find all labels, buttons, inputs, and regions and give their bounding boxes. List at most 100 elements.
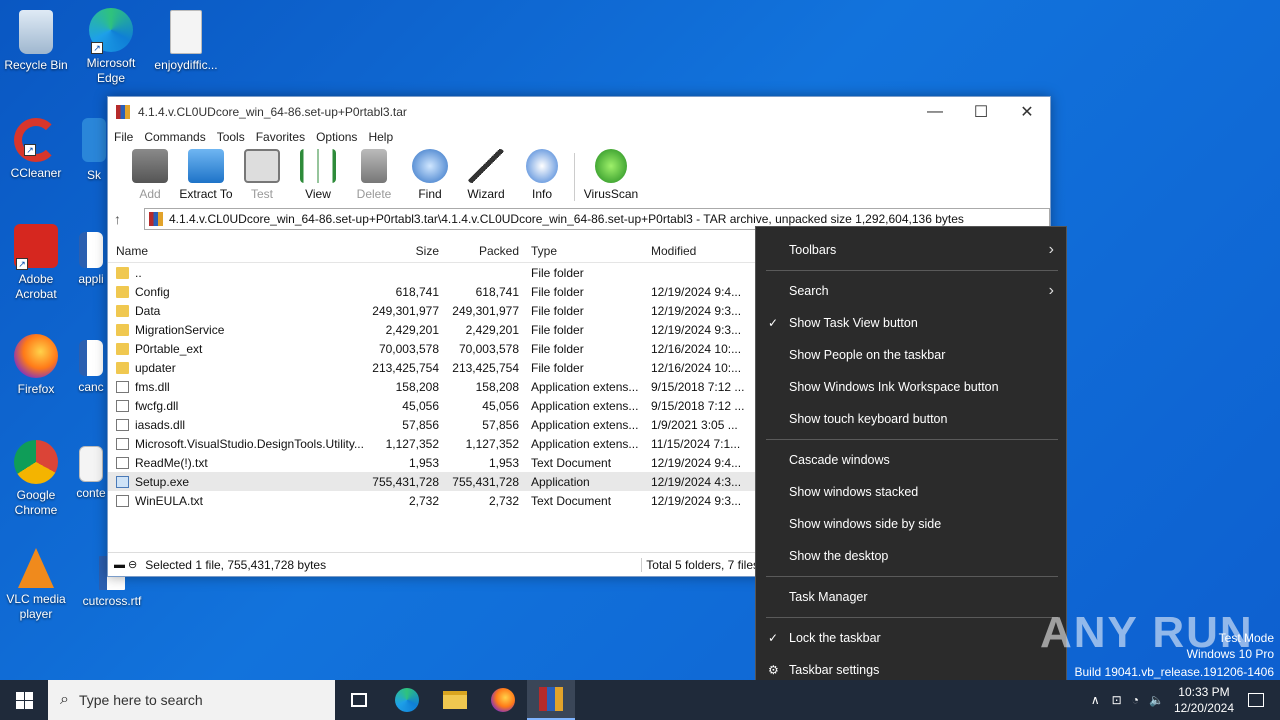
menu-tools[interactable]: Tools xyxy=(217,130,245,144)
menu-item-taskbar-settings[interactable]: ⚙ Taskbar settings xyxy=(756,658,1066,682)
wizard-button[interactable]: Wizard xyxy=(458,149,514,201)
menu-commands[interactable]: Commands xyxy=(144,130,205,144)
taskbar-edge[interactable] xyxy=(383,680,431,720)
taskbar-context-menu: Toolbars › Search › ✓ Show Task View button Sh… xyxy=(755,226,1067,694)
menu-item-toolbars[interactable]: Toolbars › xyxy=(756,238,1066,262)
cell-name: Config xyxy=(108,285,365,299)
cell-name: .. xyxy=(108,266,365,280)
start-button[interactable] xyxy=(0,680,48,720)
menu-favorites[interactable]: Favorites xyxy=(256,130,305,144)
taskbar-winrar[interactable] xyxy=(527,680,575,720)
add-icon xyxy=(132,149,168,183)
menu-separator xyxy=(766,270,1058,271)
close-button[interactable]: ✕ xyxy=(1004,97,1050,127)
menu-help[interactable]: Help xyxy=(368,130,393,144)
cell-size: 158,208 xyxy=(395,379,439,394)
info-button[interactable]: Info xyxy=(514,149,570,201)
file-icon xyxy=(116,494,129,507)
desktop-icon-label: Sk xyxy=(86,168,101,182)
menu-options[interactable]: Options xyxy=(316,130,357,144)
menu-item-cascade-windows[interactable]: Cascade windows xyxy=(756,448,1066,472)
minimize-button[interactable]: — xyxy=(912,97,958,127)
delete-button[interactable]: Delete xyxy=(346,149,402,201)
column-name[interactable]: Name xyxy=(108,244,365,258)
taskbar-firefox[interactable] xyxy=(479,680,527,720)
taskbar-file-explorer[interactable] xyxy=(431,680,479,720)
desktop-icon-image-file[interactable]: enjoydiffic... xyxy=(150,10,222,73)
winrar-icon xyxy=(116,105,130,119)
notification-icon[interactable] xyxy=(1248,693,1264,707)
edge-icon xyxy=(395,688,419,712)
column-modified[interactable]: Modified xyxy=(645,244,755,258)
menu-item-show-task-view-button[interactable]: ✓ Show Task View button xyxy=(756,311,1066,335)
toolbar-label: View xyxy=(305,187,331,201)
menu-item-show-touch-keyboard-button[interactable]: Show touch keyboard button xyxy=(756,407,1066,431)
virusscan-button[interactable]: VirusScan xyxy=(579,149,643,201)
desktop-icon-label: appli xyxy=(78,272,104,286)
search-placeholder: Type here to search xyxy=(78,692,203,708)
desktop-icon-vlc[interactable]: VLC media player xyxy=(0,548,72,622)
taskbar-clock[interactable]: 10:33 PM 12/20/2024 xyxy=(1174,684,1234,716)
folder-icon xyxy=(116,304,129,317)
file-icon xyxy=(79,446,103,482)
cell-size: 1,953 xyxy=(408,455,439,470)
desktop-icon-sk[interactable]: Sk xyxy=(80,118,108,183)
chevron-up-icon[interactable]: ∧ xyxy=(1091,693,1100,707)
menu-item-show-windows-side-by-side[interactable]: Show windows side by side xyxy=(756,512,1066,536)
wifi-icon[interactable]: ◔ xyxy=(1132,693,1139,707)
menu-item-show-windows-ink-workspace-button[interactable]: Show Windows Ink Workspace button xyxy=(756,375,1066,399)
maximize-button[interactable]: ☐ xyxy=(958,97,1004,127)
cell-size: 1,127,352 xyxy=(385,436,439,451)
file-icon xyxy=(116,418,129,431)
desktop-icon-chrome[interactable]: Google Chrome xyxy=(0,440,72,518)
menu-item-show-windows-stacked[interactable]: Show windows stacked xyxy=(756,480,1066,504)
taskbar[interactable]: ⌕ Type here to search ∧ ⊡ ◔ 🔈 10:33 PM 1… xyxy=(0,680,1280,720)
menu-item-task-manager[interactable]: Task Manager xyxy=(756,585,1066,609)
add-button[interactable]: Add xyxy=(122,149,178,201)
toolbar-label: Delete xyxy=(356,187,392,201)
task-view-button[interactable] xyxy=(335,680,383,720)
menu-item-show-the-desktop[interactable]: Show the desktop xyxy=(756,544,1066,568)
desktop-icon-appli[interactable]: appli xyxy=(74,232,108,287)
edge-icon: ↗ xyxy=(89,8,133,54)
cell-name: ReadMe(!).txt xyxy=(108,456,365,470)
ccleaner-icon: ↗ xyxy=(14,118,58,162)
extract-to-button[interactable]: Extract To xyxy=(178,149,234,201)
view-button[interactable]: View xyxy=(290,149,346,201)
desktop-icon-firefox[interactable]: Firefox xyxy=(0,334,72,397)
archive-icon xyxy=(149,212,163,226)
title-bar[interactable]: 4.1.4.v.CL0UDcore_win_64-86.set-up+P0rta… xyxy=(108,97,1050,127)
desktop-icon-label: cutcross.rtf xyxy=(82,594,142,608)
file-icon xyxy=(116,380,129,393)
clock-time: 10:33 PM xyxy=(1178,685,1230,699)
vlc-icon xyxy=(18,548,54,588)
desktop-icon-conte[interactable]: conte xyxy=(74,446,108,501)
folder-icon xyxy=(116,323,129,336)
cell-size: 45,056 xyxy=(402,398,439,413)
taskbar-search-box[interactable]: ⌕ Type here to search xyxy=(48,680,335,720)
column-packed[interactable]: Packed xyxy=(445,244,525,258)
cell-packed: 249,301,977 xyxy=(452,303,519,318)
desktop-icon-canc[interactable]: canc xyxy=(74,340,108,395)
cell-type: Application extens... xyxy=(531,436,639,451)
desktop-icon-ccleaner[interactable]: ↗ CCleaner xyxy=(0,118,72,181)
test-button[interactable]: Test xyxy=(234,149,290,201)
menu-item-lock-the-taskbar[interactable]: ✓ Lock the taskbar xyxy=(756,626,1066,650)
menu-file[interactable]: File xyxy=(114,130,133,144)
word-doc-icon xyxy=(79,232,103,268)
exe-icon xyxy=(116,475,129,488)
network-icon[interactable]: ⊡ xyxy=(1112,693,1122,707)
desktop-icon-edge[interactable]: ↗ Microsoft Edge xyxy=(75,8,147,86)
cell-size: 249,301,977 xyxy=(372,303,439,318)
cell-name: fms.dll xyxy=(108,380,365,394)
menu-item-search[interactable]: Search › xyxy=(756,279,1066,303)
desktop-icon-acrobat[interactable]: ↗ Adobe Acrobat xyxy=(0,224,72,302)
menu-item-show-people-on-the-taskbar[interactable]: Show People on the taskbar xyxy=(756,343,1066,367)
find-button[interactable]: Find xyxy=(402,149,458,201)
column-size[interactable]: Size xyxy=(365,244,445,258)
up-arrow-icon[interactable]: ↑ xyxy=(114,211,134,227)
column-type[interactable]: Type xyxy=(525,244,645,258)
volume-icon[interactable]: 🔈 xyxy=(1149,693,1164,707)
desktop-icon-label: Adobe Acrobat xyxy=(15,272,57,301)
desktop-icon-recycle-bin[interactable]: Recycle Bin xyxy=(0,10,72,73)
